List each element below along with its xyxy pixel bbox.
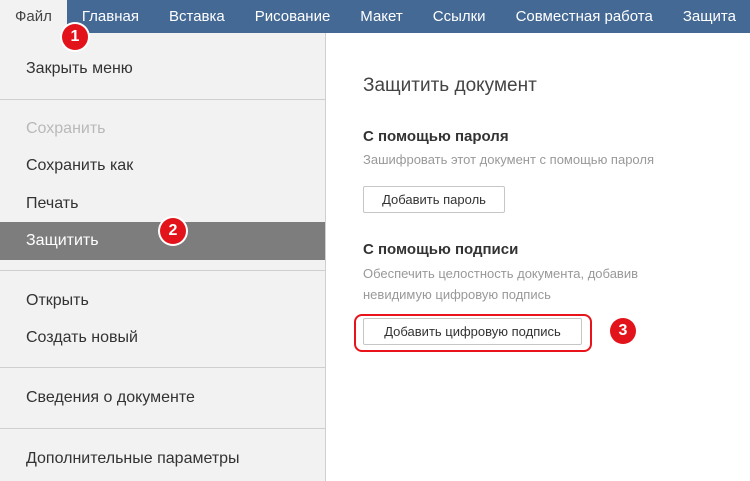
step-marker-1: 1 bbox=[62, 24, 88, 50]
menu-item-save-as[interactable]: Сохранить как bbox=[0, 147, 325, 185]
menu-divider bbox=[0, 270, 325, 271]
file-menu-sidebar: Закрыть меню Сохранить Сохранить как Печ… bbox=[0, 33, 326, 481]
add-digital-signature-button[interactable]: Добавить цифровую подпись bbox=[363, 318, 582, 345]
tab-file[interactable]: Файл bbox=[0, 0, 67, 33]
signature-description-line-2: невидимую цифровую подпись bbox=[363, 287, 551, 302]
menu-item-document-info[interactable]: Сведения о документе bbox=[0, 379, 325, 417]
menu-item-advanced-settings[interactable]: Дополнительные параметры bbox=[0, 440, 325, 478]
tab-references[interactable]: Ссылки bbox=[418, 0, 501, 33]
tab-protection[interactable]: Защита bbox=[668, 0, 750, 33]
signature-description-line-1: Обеспечить целостность документа, добави… bbox=[363, 266, 638, 281]
signature-section-description: Обеспечить целостность документа, добави… bbox=[363, 263, 638, 305]
menu-divider bbox=[0, 428, 325, 429]
menu-item-create-new[interactable]: Создать новый bbox=[0, 319, 325, 357]
step-marker-2: 2 bbox=[160, 218, 186, 244]
step-marker-3: 3 bbox=[610, 318, 636, 344]
tab-layout[interactable]: Макет bbox=[345, 0, 417, 33]
menu-item-save: Сохранить bbox=[26, 120, 106, 137]
password-section-description: Зашифровать этот документ с помощью паро… bbox=[363, 152, 655, 167]
add-password-button[interactable]: Добавить пароль bbox=[363, 186, 505, 213]
menu-item-close-menu[interactable]: Закрыть меню bbox=[0, 50, 325, 88]
menu-item-open[interactable]: Открыть bbox=[0, 282, 325, 320]
menu-item-print[interactable]: Печать bbox=[0, 185, 325, 223]
tab-draw[interactable]: Рисование bbox=[240, 0, 346, 33]
tab-collaboration[interactable]: Совместная работа bbox=[501, 0, 668, 33]
panel-title: Защитить документ bbox=[363, 75, 537, 96]
menu-divider bbox=[0, 99, 325, 100]
protect-document-panel: Защитить документ С помощью пароля Зашиф… bbox=[326, 33, 750, 481]
signature-section-heading: С помощью подписи bbox=[363, 241, 519, 258]
menu-divider bbox=[0, 367, 325, 368]
tab-insert[interactable]: Вставка bbox=[154, 0, 240, 33]
password-section-heading: С помощью пароля bbox=[363, 128, 509, 145]
ribbon-tab-bar: Файл Главная Вставка Рисование Макет Ссы… bbox=[0, 0, 750, 33]
